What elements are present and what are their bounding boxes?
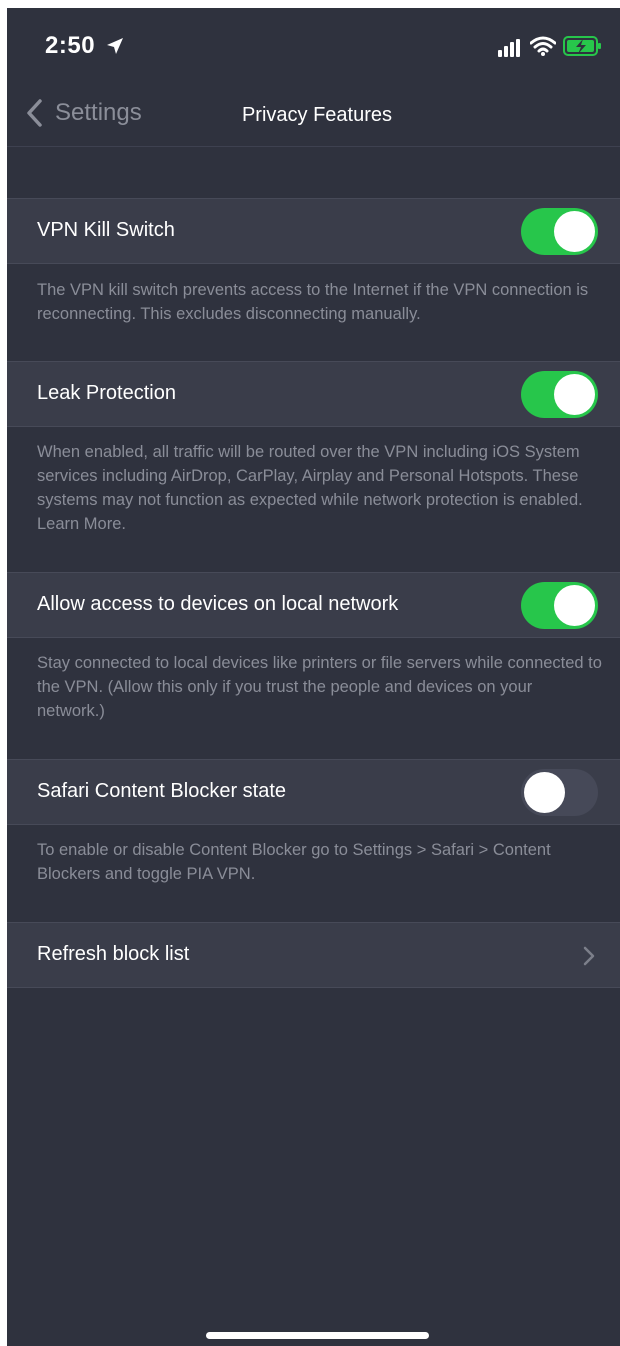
toggle-knob [554, 374, 595, 415]
setting-row-vpn-kill-switch: VPN Kill Switch [7, 198, 620, 264]
setting-label: VPN Kill Switch [37, 219, 175, 241]
refresh-block-list-label: Refresh block list [37, 943, 190, 965]
setting-label: Leak Protection [37, 382, 176, 404]
setting-label: Safari Content Blocker state [37, 780, 287, 802]
status-time: 2:50 [45, 32, 96, 59]
setting-description: Stay connected to local devices like pri… [37, 654, 602, 720]
setting-label: Allow access to devices on local network [37, 593, 399, 615]
refresh-block-list-row[interactable]: Refresh block list [7, 922, 620, 988]
home-indicator [206, 1332, 429, 1339]
page-title: Privacy Features [241, 104, 393, 126]
setting-row-local-network-access: Allow access to devices on local network [7, 572, 620, 638]
battery-charging-icon [563, 35, 603, 62]
toggle-knob [554, 585, 595, 626]
app-screen: 2:50 Settings Privacy Features VPN Kill … [7, 8, 620, 1346]
toggle-knob [554, 211, 595, 252]
navigation-bar: Settings Privacy Features [7, 83, 620, 147]
location-arrow-icon [105, 36, 125, 61]
status-bar: 2:50 [7, 8, 620, 83]
setting-description: When enabled, all traffic will be routed… [37, 443, 583, 533]
cellular-signal-icon [498, 39, 522, 62]
leak-protection-toggle[interactable] [521, 371, 598, 418]
safari-content-blocker-toggle[interactable] [521, 769, 598, 816]
vpn-kill-switch-toggle[interactable] [521, 208, 598, 255]
chevron-right-icon [582, 945, 596, 972]
setting-description: To enable or disable Content Blocker go … [37, 841, 551, 883]
setting-row-leak-protection: Leak Protection [7, 361, 620, 427]
setting-description: The VPN kill switch prevents access to t… [37, 281, 589, 323]
setting-row-safari-content-blocker: Safari Content Blocker state [7, 759, 620, 825]
local-network-access-toggle[interactable] [521, 582, 598, 629]
toggle-knob [524, 772, 565, 813]
wifi-icon [529, 36, 557, 61]
